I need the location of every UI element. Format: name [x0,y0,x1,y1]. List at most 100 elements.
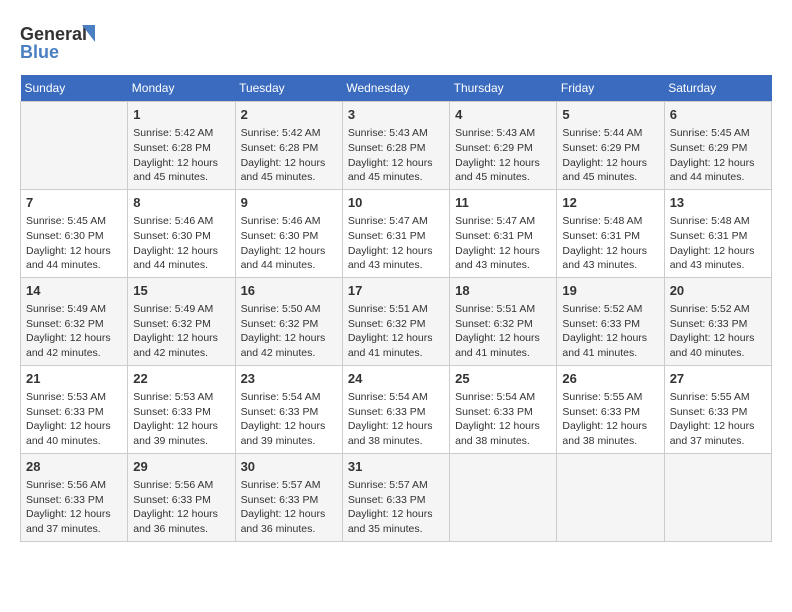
day-number: 7 [26,194,122,212]
day-info: Sunrise: 5:49 AMSunset: 6:32 PMDaylight:… [133,302,229,361]
day-number: 12 [562,194,658,212]
day-cell: 25Sunrise: 5:54 AMSunset: 6:33 PMDayligh… [450,365,557,453]
day-info: Sunrise: 5:47 AMSunset: 6:31 PMDaylight:… [455,214,551,273]
day-number: 19 [562,282,658,300]
weekday-header-monday: Monday [128,75,235,102]
day-number: 9 [241,194,337,212]
day-info: Sunrise: 5:43 AMSunset: 6:29 PMDaylight:… [455,126,551,185]
day-info: Sunrise: 5:48 AMSunset: 6:31 PMDaylight:… [562,214,658,273]
day-info: Sunrise: 5:51 AMSunset: 6:32 PMDaylight:… [348,302,444,361]
day-number: 5 [562,106,658,124]
day-info: Sunrise: 5:43 AMSunset: 6:28 PMDaylight:… [348,126,444,185]
day-cell: 30 Sunrise: 5:57 AMSunset: 6:33 PMDayligh… [235,453,342,541]
day-info: Sunrise: 5:51 AMSunset: 6:32 PMDaylight:… [455,302,551,361]
day-cell [557,453,664,541]
day-cell: 19 Sunrise: 5:52 AMSunset: 6:33 PMDayligh… [557,277,664,365]
weekday-header-tuesday: Tuesday [235,75,342,102]
day-info: Sunrise: 5:44 AMSunset: 6:29 PMDaylight:… [562,126,658,185]
week-row-4: 21 Sunrise: 5:53 AMSunset: 6:33 PMDayligh… [21,365,772,453]
weekday-header-wednesday: Wednesday [342,75,449,102]
day-info: Sunrise: 5:56 AMSunset: 6:33 PMDaylight:… [26,478,122,537]
week-row-1: 1Sunrise: 5:42 AMSunset: 6:28 PMDaylight… [21,102,772,190]
day-info: Sunrise: 5:42 AMSunset: 6:28 PMDaylight:… [241,126,337,185]
svg-text:Blue: Blue [20,42,59,62]
day-info: Sunrise: 5:52 AMSunset: 6:33 PMDaylight:… [562,302,658,361]
day-number: 27 [670,370,766,388]
day-cell: 15Sunrise: 5:49 AMSunset: 6:32 PMDayligh… [128,277,235,365]
weekday-header-thursday: Thursday [450,75,557,102]
day-info: Sunrise: 5:48 AMSunset: 6:31 PMDaylight:… [670,214,766,273]
day-info: Sunrise: 5:52 AMSunset: 6:33 PMDaylight:… [670,302,766,361]
day-cell: 16 Sunrise: 5:50 AMSunset: 6:32 PMDayligh… [235,277,342,365]
day-number: 30 [241,458,337,476]
svg-text:General: General [20,24,87,44]
day-number: 4 [455,106,551,124]
day-cell: 9 Sunrise: 5:46 AMSunset: 6:30 PMDaylight… [235,189,342,277]
day-number: 21 [26,370,122,388]
weekday-header-saturday: Saturday [664,75,771,102]
day-number: 20 [670,282,766,300]
header: GeneralBlue [20,20,772,65]
day-number: 31 [348,458,444,476]
day-cell: 6Sunrise: 5:45 AMSunset: 6:29 PMDaylight… [664,102,771,190]
day-number: 14 [26,282,122,300]
day-cell: 29 Sunrise: 5:56 AMSunset: 6:33 PMDayligh… [128,453,235,541]
day-cell: 7 Sunrise: 5:45 AMSunset: 6:30 PMDaylight… [21,189,128,277]
day-number: 29 [133,458,229,476]
day-number: 16 [241,282,337,300]
day-info: Sunrise: 5:47 AMSunset: 6:31 PMDaylight:… [348,214,444,273]
day-info: Sunrise: 5:54 AMSunset: 6:33 PMDaylight:… [241,390,337,449]
day-number: 28 [26,458,122,476]
day-number: 13 [670,194,766,212]
day-cell: 4 Sunrise: 5:43 AMSunset: 6:29 PMDaylight… [450,102,557,190]
day-cell: 26Sunrise: 5:55 AMSunset: 6:33 PMDayligh… [557,365,664,453]
day-cell: 20 Sunrise: 5:52 AMSunset: 6:33 PMDayligh… [664,277,771,365]
day-info: Sunrise: 5:57 AMSunset: 6:33 PMDaylight:… [241,478,337,537]
day-cell: 17Sunrise: 5:51 AMSunset: 6:32 PMDayligh… [342,277,449,365]
day-info: Sunrise: 5:42 AMSunset: 6:28 PMDaylight:… [133,126,229,185]
day-info: Sunrise: 5:46 AMSunset: 6:30 PMDaylight:… [241,214,337,273]
day-info: Sunrise: 5:49 AMSunset: 6:32 PMDaylight:… [26,302,122,361]
weekday-header-friday: Friday [557,75,664,102]
day-cell: 14 Sunrise: 5:49 AMSunset: 6:32 PMDayligh… [21,277,128,365]
day-info: Sunrise: 5:57 AMSunset: 6:33 PMDaylight:… [348,478,444,537]
day-number: 6 [670,106,766,124]
day-cell: 5 Sunrise: 5:44 AMSunset: 6:29 PMDaylight… [557,102,664,190]
week-row-2: 7 Sunrise: 5:45 AMSunset: 6:30 PMDaylight… [21,189,772,277]
day-cell: 21 Sunrise: 5:53 AMSunset: 6:33 PMDayligh… [21,365,128,453]
day-cell [664,453,771,541]
day-number: 11 [455,194,551,212]
logo: GeneralBlue [20,20,100,65]
day-info: Sunrise: 5:54 AMSunset: 6:33 PMDaylight:… [455,390,551,449]
day-number: 18 [455,282,551,300]
day-cell: 8Sunrise: 5:46 AMSunset: 6:30 PMDaylight… [128,189,235,277]
weekday-header-row: SundayMondayTuesdayWednesdayThursdayFrid… [21,75,772,102]
day-info: Sunrise: 5:45 AMSunset: 6:30 PMDaylight:… [26,214,122,273]
day-info: Sunrise: 5:53 AMSunset: 6:33 PMDaylight:… [133,390,229,449]
day-cell: 10Sunrise: 5:47 AMSunset: 6:31 PMDayligh… [342,189,449,277]
day-cell: 12 Sunrise: 5:48 AMSunset: 6:31 PMDayligh… [557,189,664,277]
logo-svg: GeneralBlue [20,20,100,65]
day-cell: 3 Sunrise: 5:43 AMSunset: 6:28 PMDaylight… [342,102,449,190]
day-number: 23 [241,370,337,388]
day-number: 22 [133,370,229,388]
day-cell: 1Sunrise: 5:42 AMSunset: 6:28 PMDaylight… [128,102,235,190]
day-number: 3 [348,106,444,124]
day-cell: 28 Sunrise: 5:56 AMSunset: 6:33 PMDayligh… [21,453,128,541]
day-cell: 2 Sunrise: 5:42 AMSunset: 6:28 PMDaylight… [235,102,342,190]
day-number: 2 [241,106,337,124]
calendar-table: SundayMondayTuesdayWednesdayThursdayFrid… [20,75,772,542]
day-info: Sunrise: 5:50 AMSunset: 6:32 PMDaylight:… [241,302,337,361]
day-cell: 13 Sunrise: 5:48 AMSunset: 6:31 PMDayligh… [664,189,771,277]
day-cell: 22 Sunrise: 5:53 AMSunset: 6:33 PMDayligh… [128,365,235,453]
day-cell [450,453,557,541]
day-number: 26 [562,370,658,388]
day-info: Sunrise: 5:55 AMSunset: 6:33 PMDaylight:… [670,390,766,449]
day-info: Sunrise: 5:56 AMSunset: 6:33 PMDaylight:… [133,478,229,537]
weekday-header-sunday: Sunday [21,75,128,102]
day-cell: 18 Sunrise: 5:51 AMSunset: 6:32 PMDayligh… [450,277,557,365]
day-info: Sunrise: 5:46 AMSunset: 6:30 PMDaylight:… [133,214,229,273]
day-number: 24 [348,370,444,388]
day-info: Sunrise: 5:53 AMSunset: 6:33 PMDaylight:… [26,390,122,449]
day-info: Sunrise: 5:54 AMSunset: 6:33 PMDaylight:… [348,390,444,449]
